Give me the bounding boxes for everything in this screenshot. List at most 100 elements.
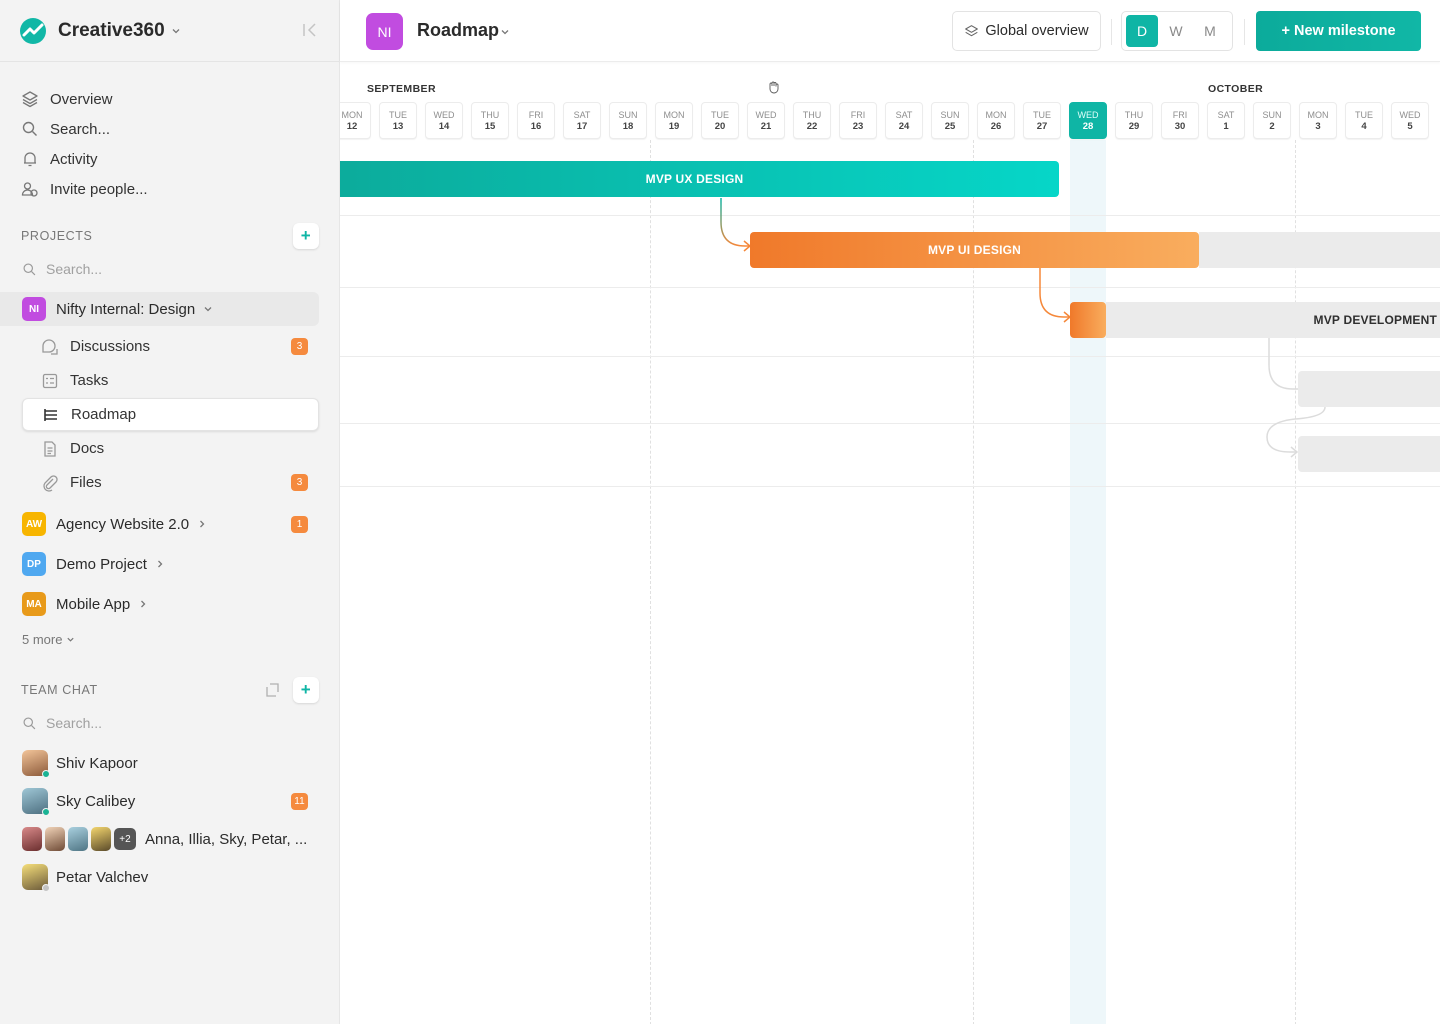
chat-sky-calibey[interactable]: Sky Calibey 11	[0, 782, 319, 820]
day-header-cell[interactable]: FRI 23	[839, 102, 877, 139]
global-overview-button[interactable]: Global overview	[952, 11, 1101, 51]
day-header-cell[interactable]: FRI 16	[517, 102, 555, 139]
day-header-cell[interactable]: WED 14	[425, 102, 463, 139]
day-header-cell[interactable]: TUE 4	[1345, 102, 1383, 139]
avatar	[45, 827, 65, 851]
view-mode-month[interactable]: M	[1194, 15, 1226, 47]
day-of-week: MON	[985, 109, 1007, 120]
day-header-cell[interactable]: WED 28	[1069, 102, 1107, 139]
sub-item-discussions[interactable]: Discussions 3	[22, 330, 319, 363]
milestone-bar[interactable]: MVP UX DESIGN	[340, 161, 1059, 197]
workspace-header[interactable]: Creative360	[0, 0, 339, 62]
day-header-cell[interactable]: FRI 30	[1161, 102, 1199, 139]
project-nifty-internal[interactable]: NI Nifty Internal: Design	[0, 292, 319, 326]
day-header-cell[interactable]: SUN 25	[931, 102, 969, 139]
chat-bubbles-icon	[42, 338, 58, 355]
milestone-bar[interactable]: MVP DEVELOPMENT	[1106, 302, 1440, 338]
day-of-week: THU	[1124, 109, 1144, 120]
view-mode-week[interactable]: W	[1160, 15, 1192, 47]
month-label: OCTOBER	[1208, 83, 1264, 95]
chat-shiv-kapoor[interactable]: Shiv Kapoor	[0, 744, 319, 782]
project-demo-project[interactable]: DP Demo Project	[0, 544, 319, 584]
add-chat-button[interactable]: +	[293, 677, 319, 703]
nav-search[interactable]: Search...	[0, 114, 339, 144]
milestone-bar-placeholder[interactable]	[1298, 371, 1440, 407]
day-number: 26	[990, 120, 1002, 132]
layers-icon	[22, 91, 38, 108]
invite-people-icon	[21, 182, 38, 197]
day-header-cell[interactable]: THU 29	[1115, 102, 1153, 139]
day-header-cell[interactable]: SAT 1	[1207, 102, 1245, 139]
project-badge: AW	[22, 512, 46, 536]
new-milestone-button[interactable]: + New milestone	[1256, 11, 1421, 51]
view-mode-day[interactable]: D	[1126, 15, 1158, 47]
day-number: 19	[668, 120, 680, 132]
milestone-bar-placeholder[interactable]	[1298, 436, 1440, 472]
day-header-cell[interactable]: MON 26	[977, 102, 1015, 139]
chevron-down-icon[interactable]	[500, 27, 510, 37]
chevron-right-icon[interactable]	[138, 599, 148, 609]
day-number: 24	[898, 120, 910, 132]
day-header-cell[interactable]: THU 15	[471, 102, 509, 139]
nav-invite[interactable]: Invite people...	[0, 174, 339, 204]
global-overview-label: Global overview	[985, 23, 1089, 39]
day-header-cell[interactable]: SAT 24	[885, 102, 923, 139]
avatar	[22, 864, 50, 892]
team-chat-search-placeholder: Search...	[46, 715, 103, 731]
day-number: 23	[852, 120, 864, 132]
sidebar: Creative360 Overview Search... Activity …	[0, 0, 340, 1024]
chevron-right-icon[interactable]	[197, 519, 207, 529]
roadmap-timeline[interactable]: SEPTEMBER OCTOBER MON 12 TUE 13 WED 14 THU 15 FR…	[340, 62, 1440, 1024]
workspace-name[interactable]: Creative360	[58, 20, 165, 42]
projects-search-placeholder: Search...	[46, 261, 103, 277]
chevron-right-icon[interactable]	[155, 559, 165, 569]
day-header-cell[interactable]: MON 3	[1299, 102, 1337, 139]
day-header-cell[interactable]: MON 19	[655, 102, 693, 139]
new-chat-icon[interactable]	[263, 681, 281, 699]
day-number: 14	[438, 120, 450, 132]
team-chat-search[interactable]: Search...	[0, 708, 339, 738]
projects-search[interactable]: Search...	[0, 254, 339, 284]
day-header-cell[interactable]: WED 5	[1391, 102, 1429, 139]
chat-petar-valchev[interactable]: Petar Valchev	[0, 858, 319, 896]
sub-item-files[interactable]: Files 3	[22, 466, 319, 499]
day-header-cell[interactable]: WED 21	[747, 102, 785, 139]
day-header-cell[interactable]: THU 22	[793, 102, 831, 139]
day-header-cell[interactable]: SUN 2	[1253, 102, 1291, 139]
nav-overview[interactable]: Overview	[0, 84, 339, 114]
sub-item-tasks[interactable]: Tasks	[22, 364, 319, 397]
avatar	[22, 827, 42, 851]
day-header-cell[interactable]: TUE 13	[379, 102, 417, 139]
day-header-cell[interactable]: MON 12	[340, 102, 371, 139]
day-header-cell[interactable]: TUE 20	[701, 102, 739, 139]
today-column	[1070, 140, 1106, 1024]
day-number: 22	[806, 120, 818, 132]
day-header-cell[interactable]: TUE 27	[1023, 102, 1061, 139]
chat-name: Anna, Illia, Sky, Petar, ...	[145, 830, 308, 848]
project-agency-website[interactable]: AW Agency Website 2.0 1	[0, 504, 319, 544]
day-header-cell[interactable]: SAT 17	[563, 102, 601, 139]
project-mobile-app[interactable]: MA Mobile App	[0, 584, 319, 624]
day-of-week: WED	[1399, 109, 1421, 120]
page-title[interactable]: Roadmap	[417, 20, 499, 41]
week-divider	[650, 140, 651, 1024]
milestone-bar[interactable]: MVP UI DESIGN	[750, 232, 1199, 268]
nav-activity[interactable]: Activity	[0, 144, 339, 174]
chevron-down-icon[interactable]	[171, 26, 181, 36]
collapse-sidebar-icon[interactable]	[301, 21, 319, 39]
day-of-week: TUE	[711, 109, 729, 120]
nav-overview-label: Overview	[50, 90, 113, 108]
sub-item-label: Roadmap	[71, 406, 137, 423]
milestone-progress-segment[interactable]	[1070, 302, 1106, 338]
chat-group[interactable]: +2 Anna, Illia, Sky, Petar, ...	[0, 820, 319, 858]
day-number: 15	[484, 120, 496, 132]
sub-item-roadmap[interactable]: Roadmap	[22, 398, 319, 431]
chevron-down-icon[interactable]	[203, 304, 213, 314]
sub-item-docs[interactable]: Docs	[22, 432, 319, 465]
day-of-week: MON	[341, 109, 363, 120]
add-project-button[interactable]: +	[293, 223, 319, 249]
row-divider	[340, 287, 1440, 288]
day-of-week: SAT	[1217, 109, 1235, 120]
day-header-cell[interactable]: SUN 18	[609, 102, 647, 139]
more-projects-toggle[interactable]: 5 more	[0, 624, 339, 654]
